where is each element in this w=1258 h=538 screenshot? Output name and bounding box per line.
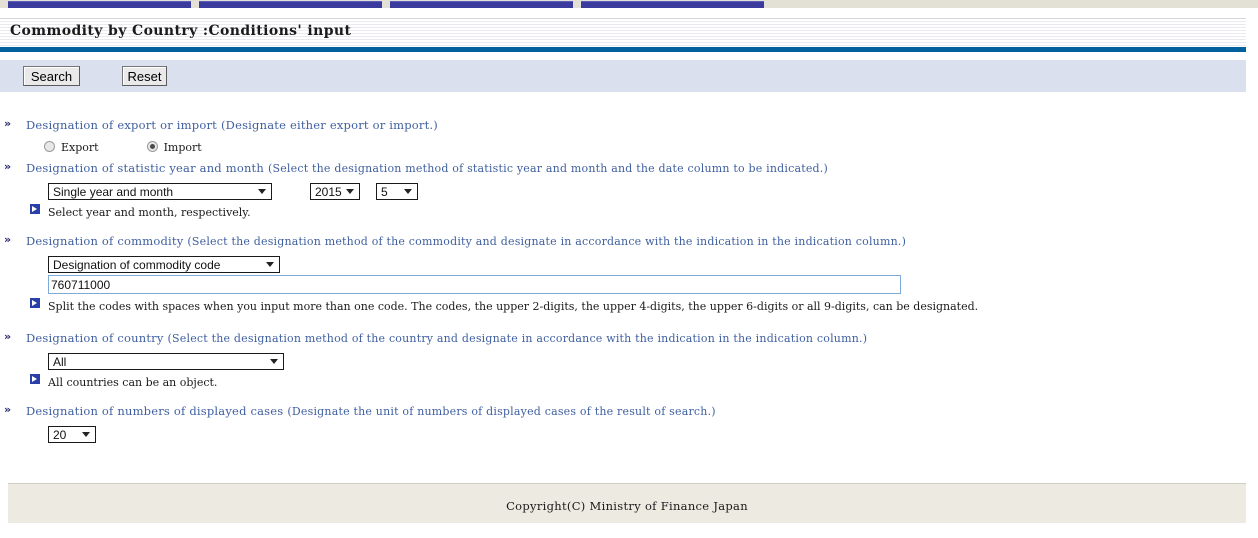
country-heading: » Designation of country (Select the des… — [0, 329, 867, 347]
triangle-bullet-icon — [30, 204, 40, 214]
period-method-select[interactable]: Single year and month — [48, 182, 272, 200]
period-controls: Single year and month 2015 5 — [0, 182, 828, 200]
cases-controls: 20 — [0, 425, 716, 443]
title-underline-bar — [0, 47, 1246, 52]
country-label: Designation of country — [26, 331, 164, 345]
radio-export[interactable]: Export — [44, 138, 99, 156]
cases-heading: » Designation of numbers of displayed ca… — [0, 402, 716, 420]
chevron-down-icon — [266, 261, 274, 267]
commodity-controls: Designation of commodity code — [0, 255, 978, 273]
commodity-code-field-wrap — [0, 275, 978, 294]
country-note: (Select the designation method of the co… — [167, 332, 868, 345]
period-month-value: 5 — [381, 184, 388, 199]
section-period: » Designation of statistic year and mont… — [0, 159, 828, 221]
period-note: (Select the designation method of statis… — [267, 162, 828, 175]
section-trade-direction: » Designation of export or import (Desig… — [0, 116, 438, 156]
period-month-select[interactable]: 5 — [376, 182, 418, 200]
trade-direction-heading: » Designation of export or import (Desig… — [0, 116, 438, 134]
period-year-value: 2015 — [315, 184, 342, 199]
commodity-method-value: Designation of commodity code — [53, 257, 221, 272]
top-tab-1[interactable] — [8, 1, 191, 8]
country-hint-text: All countries can be an object. — [48, 376, 218, 389]
cases-count-value: 20 — [53, 427, 67, 442]
country-method-select[interactable]: All — [48, 352, 284, 370]
cases-label: Designation of numbers of displayed case… — [26, 404, 284, 418]
page-title-band: Commodity by Country :Conditions' input — [0, 18, 1246, 48]
cases-count-select[interactable]: 20 — [48, 425, 96, 443]
period-year-select[interactable]: 2015 — [310, 182, 360, 200]
chevron-down-icon — [404, 188, 412, 194]
section-displayed-cases: » Designation of numbers of displayed ca… — [0, 402, 716, 443]
page-root: Commodity by Country :Conditions' input … — [0, 0, 1258, 538]
country-hint: All countries can be an object. — [0, 373, 867, 391]
footer: Copyright(C) Ministry of Finance Japan — [8, 484, 1246, 523]
chevron-bullet-icon: » — [4, 403, 11, 416]
commodity-heading: » Designation of commodity (Select the d… — [0, 232, 978, 250]
top-tab-4[interactable] — [581, 1, 764, 8]
chevron-bullet-icon: » — [4, 160, 11, 173]
trade-direction-label: Designation of export or import — [26, 118, 217, 132]
period-method-value: Single year and month — [53, 184, 174, 199]
section-country: » Designation of country (Select the des… — [0, 329, 867, 391]
country-method-value: All — [53, 354, 67, 369]
trade-direction-note: (Designate either export or import.) — [220, 118, 438, 132]
commodity-hint: Split the codes with spaces when you inp… — [0, 297, 978, 315]
period-label: Designation of statistic year and month — [26, 161, 264, 175]
top-tab-3[interactable] — [390, 1, 573, 8]
triangle-bullet-icon — [30, 298, 40, 308]
commodity-hint-text: Split the codes with spaces when you inp… — [48, 300, 979, 313]
top-tab-strip — [0, 0, 1258, 8]
section-commodity: » Designation of commodity (Select the d… — [0, 232, 978, 315]
radio-import[interactable]: Import — [146, 138, 202, 156]
chevron-down-icon — [270, 358, 278, 364]
period-hint: Select year and month, respectively. — [0, 203, 828, 221]
commodity-label: Designation of commodity — [26, 234, 184, 248]
chevron-bullet-icon: » — [4, 117, 11, 130]
copyright-text: Copyright(C) Ministry of Finance Japan — [506, 499, 748, 513]
country-controls: All — [0, 352, 867, 370]
commodity-method-select[interactable]: Designation of commodity code — [48, 255, 280, 273]
page-title: Commodity by Country :Conditions' input — [10, 23, 352, 39]
chevron-bullet-icon: » — [4, 330, 11, 343]
chevron-bullet-icon: » — [4, 233, 11, 246]
commodity-note: (Select the designation method of the co… — [187, 235, 907, 248]
period-hint-text: Select year and month, respectively. — [48, 206, 251, 219]
chevron-down-icon — [258, 188, 266, 194]
trade-direction-radio-group: Export Import — [0, 138, 438, 156]
commodity-code-input[interactable] — [48, 275, 901, 294]
period-heading: » Designation of statistic year and mont… — [0, 159, 828, 177]
radio-import-label: Import — [163, 141, 202, 154]
action-button-bar: Search Reset — [0, 60, 1246, 92]
radio-export-label: Export — [61, 141, 99, 154]
top-tab-2[interactable] — [199, 1, 382, 8]
chevron-down-icon — [346, 188, 354, 194]
chevron-down-icon — [82, 431, 90, 437]
radio-import-indicator[interactable] — [146, 141, 158, 152]
radio-export-indicator[interactable] — [44, 141, 55, 152]
cases-note: (Designate the unit of numbers of displa… — [287, 405, 716, 418]
top-gap — [0, 8, 1258, 18]
reset-button[interactable]: Reset — [122, 66, 167, 86]
search-button[interactable]: Search — [23, 66, 80, 86]
triangle-bullet-icon — [30, 374, 40, 384]
